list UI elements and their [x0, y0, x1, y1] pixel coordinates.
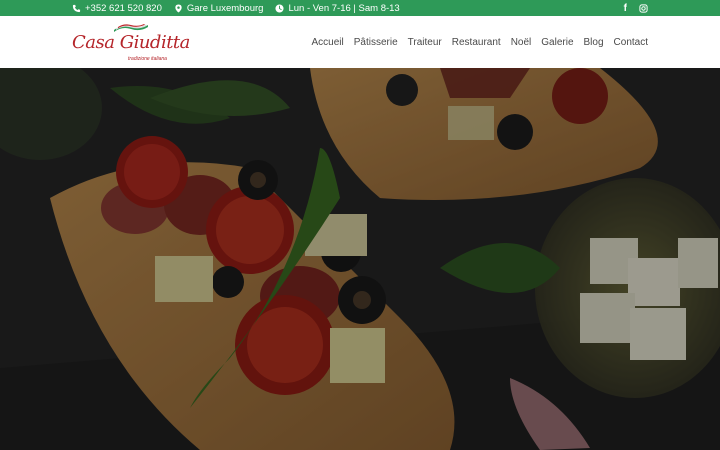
- hero-image: [0, 68, 720, 450]
- italian-flag-ribbon: [114, 24, 148, 32]
- nav-traiteur[interactable]: Traiteur: [408, 37, 442, 48]
- phone-number: +352 621 520 820: [85, 2, 162, 14]
- nav-blog[interactable]: Blog: [584, 37, 604, 48]
- logo-tagline: tradizione italiana: [128, 56, 167, 62]
- phone-icon: [72, 4, 81, 12]
- logo-brand-text: Casa Giuditta: [72, 32, 190, 53]
- nav-noel[interactable]: Noël: [511, 37, 532, 48]
- contact-info: +352 621 520 820 Gare Luxembourg Lun - V…: [72, 3, 400, 14]
- main-nav: Accueil Pâtisserie Traiteur Restaurant N…: [312, 37, 648, 48]
- map-pin-icon: [175, 3, 182, 13]
- location-info[interactable]: Gare Luxembourg: [174, 2, 264, 14]
- site-header: Casa Giuditta tradizione italiana Accuei…: [0, 16, 720, 68]
- pizza-focaccia-photo: [0, 68, 720, 450]
- social-links: f: [624, 3, 648, 14]
- clock-icon: [275, 3, 285, 13]
- nav-patisserie[interactable]: Pâtisserie: [354, 37, 398, 48]
- hours-info: Lun - Ven 7-16 | Sam 8-13: [275, 2, 400, 14]
- nav-galerie[interactable]: Galerie: [541, 37, 573, 48]
- nav-contact[interactable]: Contact: [614, 37, 648, 48]
- location-text: Gare Luxembourg: [186, 2, 264, 14]
- site-logo[interactable]: Casa Giuditta tradizione italiana: [72, 18, 190, 66]
- facebook-icon[interactable]: f: [624, 3, 627, 14]
- nav-accueil[interactable]: Accueil: [312, 37, 344, 48]
- nav-restaurant[interactable]: Restaurant: [452, 37, 501, 48]
- instagram-icon[interactable]: [639, 3, 648, 13]
- phone-info[interactable]: +352 621 520 820: [72, 3, 162, 14]
- top-info-bar: +352 621 520 820 Gare Luxembourg Lun - V…: [0, 0, 720, 16]
- hours-text: Lun - Ven 7-16 | Sam 8-13: [288, 2, 400, 14]
